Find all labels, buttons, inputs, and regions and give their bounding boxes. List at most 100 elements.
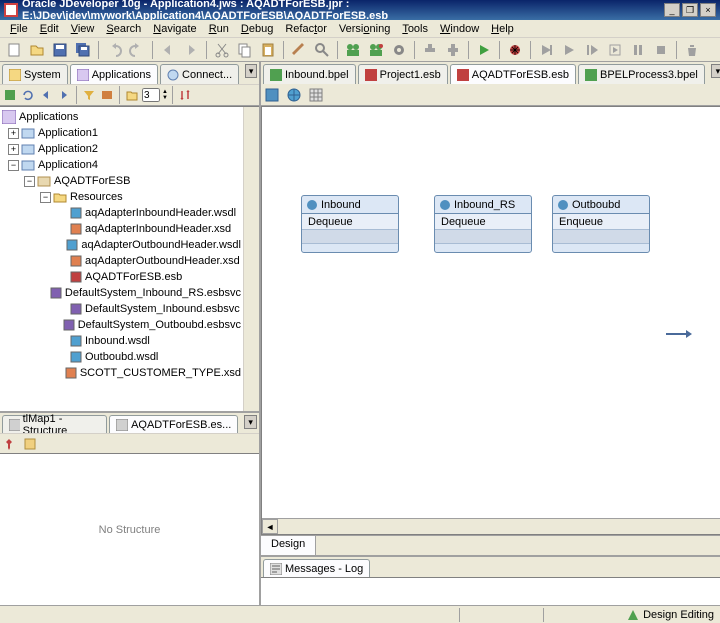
tree-file[interactable]: DefaultSystem_Inbound.esbsvc xyxy=(2,301,241,317)
sort-button[interactable] xyxy=(177,87,193,103)
tab-system[interactable]: System xyxy=(2,64,68,84)
panel-menu-button[interactable]: ▾ xyxy=(244,415,257,429)
editor-tab[interactable]: AQADTForESB.esb xyxy=(450,64,576,84)
cut-button[interactable] xyxy=(212,40,232,60)
gear-button[interactable] xyxy=(389,40,409,60)
tab-applications[interactable]: Applications xyxy=(70,64,158,84)
menu-file[interactable]: File xyxy=(4,21,34,37)
operation-row[interactable]: Dequeue xyxy=(302,214,398,230)
tree-file[interactable]: Inbound.wsdl xyxy=(2,333,241,349)
scroll-left-button[interactable]: ◄ xyxy=(262,519,278,534)
canvas-hscroll[interactable]: ◄ ► xyxy=(262,518,720,534)
gc-button[interactable] xyxy=(682,40,702,60)
tree-project[interactable]: −AQADTForESB xyxy=(2,173,241,189)
people-button[interactable] xyxy=(343,40,363,60)
tree-file[interactable]: AQADTForESB.esb xyxy=(2,269,241,285)
menu-refactor[interactable]: Refactor xyxy=(279,21,333,37)
menu-search[interactable]: Search xyxy=(100,21,147,37)
open-button[interactable] xyxy=(27,40,47,60)
tree-file[interactable]: aqAdapterOutboundHeader.wsdl xyxy=(2,237,241,253)
tab-connections[interactable]: Connect... xyxy=(160,64,239,84)
app-tree[interactable]: Applications +Application1 +Application2… xyxy=(0,107,243,411)
stop-button[interactable] xyxy=(651,40,671,60)
menu-versioning[interactable]: Versioning xyxy=(333,21,396,37)
rebuild-button[interactable] xyxy=(443,40,463,60)
pause-button[interactable] xyxy=(628,40,648,60)
expand-icon[interactable]: + xyxy=(8,128,19,139)
new-button[interactable] xyxy=(4,40,24,60)
tree-file[interactable]: Outboubd.wsdl xyxy=(2,349,241,365)
step-into-button[interactable] xyxy=(559,40,579,60)
tree-app[interactable]: +Application1 xyxy=(2,125,241,141)
freeze-icon[interactable] xyxy=(23,437,37,451)
new-folder-button[interactable] xyxy=(124,87,140,103)
tab-list-button[interactable]: ▾ xyxy=(711,64,720,78)
close-button[interactable]: × xyxy=(700,3,716,17)
show-libs-button[interactable] xyxy=(99,87,115,103)
build-button[interactable] xyxy=(420,40,440,60)
refresh-diagram-button[interactable] xyxy=(263,86,281,104)
operation-row[interactable]: Dequeue xyxy=(435,214,531,230)
tree-app[interactable]: +Application2 xyxy=(2,141,241,157)
menu-debug[interactable]: Debug xyxy=(235,21,279,37)
tab-design[interactable]: Design xyxy=(261,536,316,555)
menu-navigate[interactable]: Navigate xyxy=(147,21,202,37)
menu-window[interactable]: Window xyxy=(434,21,485,37)
expand-icon[interactable]: + xyxy=(8,144,19,155)
spinner-down[interactable]: ▼ xyxy=(162,95,168,101)
menu-edit[interactable]: Edit xyxy=(34,21,65,37)
menu-help[interactable]: Help xyxy=(485,21,520,37)
tree-file[interactable]: aqAdapterInboundHeader.xsd xyxy=(2,221,241,237)
paste-button[interactable] xyxy=(258,40,278,60)
level-input[interactable] xyxy=(142,88,160,102)
step-out-button[interactable] xyxy=(582,40,602,60)
tree-folder[interactable]: −Resources xyxy=(2,189,241,205)
save-button[interactable] xyxy=(50,40,70,60)
forward-button[interactable] xyxy=(181,40,201,60)
esb-service-box[interactable]: InboundDequeue xyxy=(301,195,399,253)
tree-root[interactable]: Applications xyxy=(2,109,241,125)
next-button[interactable] xyxy=(56,87,72,103)
tree-file[interactable]: aqAdapterInboundHeader.wsdl xyxy=(2,205,241,221)
esb-service-box[interactable]: OutboubdEnqueue xyxy=(552,195,650,253)
step-over-button[interactable] xyxy=(536,40,556,60)
debug-button[interactable] xyxy=(505,40,525,60)
maximize-button[interactable]: ❐ xyxy=(682,3,698,17)
minimize-button[interactable]: _ xyxy=(664,3,680,17)
panel-menu-button[interactable]: ▾ xyxy=(245,64,257,78)
tree-scrollbar[interactable] xyxy=(243,107,259,411)
collapse-icon[interactable]: − xyxy=(24,176,35,187)
find-button[interactable] xyxy=(312,40,332,60)
tab-tlmap-structure[interactable]: tlMap1 - Structure xyxy=(2,415,107,433)
filter-button[interactable] xyxy=(81,87,97,103)
collapse-icon[interactable]: − xyxy=(8,160,19,171)
redo-button[interactable] xyxy=(127,40,147,60)
pin-icon[interactable] xyxy=(2,437,16,451)
run-button[interactable] xyxy=(474,40,494,60)
save-all-button[interactable] xyxy=(73,40,93,60)
design-canvas[interactable]: InboundDequeue Inbound_RSDequeue OutboubdE… xyxy=(261,106,720,535)
esb-service-box[interactable]: Inbound_RSDequeue xyxy=(434,195,532,253)
menu-run[interactable]: Run xyxy=(203,21,235,37)
prev-button[interactable] xyxy=(38,87,54,103)
people2-button[interactable] xyxy=(366,40,386,60)
new-app-button[interactable] xyxy=(2,87,18,103)
tree-file[interactable]: DefaultSystem_Inbound_RS.esbsvc xyxy=(2,285,241,301)
undo-button[interactable] xyxy=(104,40,124,60)
operation-row[interactable]: Enqueue xyxy=(553,214,649,230)
tab-messages-log[interactable]: Messages - Log xyxy=(263,559,370,577)
step-to-button[interactable] xyxy=(605,40,625,60)
tree-file[interactable]: aqAdapterOutboundHeader.xsd xyxy=(2,253,241,269)
menu-tools[interactable]: Tools xyxy=(396,21,434,37)
editor-tab[interactable]: BPELProcess3.bpel xyxy=(578,64,705,84)
grid-button[interactable] xyxy=(307,86,325,104)
world-button[interactable] xyxy=(285,86,303,104)
back-button[interactable] xyxy=(158,40,178,60)
brush-button[interactable] xyxy=(289,40,309,60)
tab-aqadt-structure[interactable]: AQADTForESB.es... xyxy=(109,415,238,433)
messages-body[interactable] xyxy=(261,577,720,605)
menu-view[interactable]: View xyxy=(65,21,101,37)
tree-app[interactable]: −Application4 xyxy=(2,157,241,173)
refresh-button[interactable] xyxy=(20,87,36,103)
tree-file[interactable]: SCOTT_CUSTOMER_TYPE.xsd xyxy=(2,365,241,381)
